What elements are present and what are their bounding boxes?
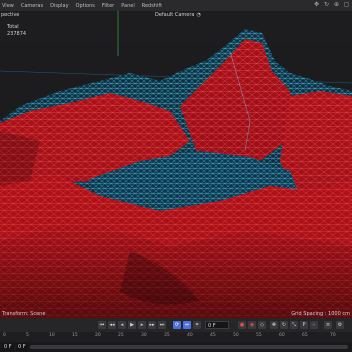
next-frame-button[interactable]: ▸: [138, 321, 146, 329]
frame-range-bar: 0 F 0 F: [0, 342, 352, 352]
menu-panel[interactable]: Panel: [121, 3, 135, 9]
tick-label: 55: [256, 333, 262, 338]
3d-viewport[interactable]: pective Default Camera ◔ Total 237874 Tr…: [0, 11, 352, 318]
tick-label: 0: [3, 333, 6, 338]
end-frame-field[interactable]: 0 F: [16, 343, 28, 351]
pla-key-icon[interactable]: ⁘: [310, 321, 318, 329]
range-toggle-button[interactable]: ⇔: [183, 321, 191, 329]
camera-label[interactable]: Default Camera ◔: [155, 12, 201, 18]
stat-total-label: Total: [7, 24, 19, 30]
menu-bar: View Cameras Display Options Filter Pane…: [0, 0, 352, 11]
play-button[interactable]: ▶: [128, 321, 136, 329]
menu-display[interactable]: Display: [50, 3, 68, 9]
menu-filter[interactable]: Filter: [102, 3, 114, 9]
current-frame-field[interactable]: 0 F: [205, 321, 229, 329]
keyframe-selection-button[interactable]: ◇: [258, 321, 266, 329]
tick-label: 65: [302, 333, 308, 338]
autokey-button[interactable]: ◉: [248, 321, 256, 329]
grid-spacing-label: Grid Spacing : 1000 cm: [291, 311, 350, 317]
menu-cameras[interactable]: Cameras: [21, 3, 43, 9]
viewport-nav-icons: ✥ ↻ ⊕ ▢: [313, 1, 350, 8]
transform-label: Transform: Scene: [2, 311, 46, 317]
tick-label: 30: [141, 333, 147, 338]
rotation-key-icon[interactable]: ↻: [280, 321, 288, 329]
param-key-icon[interactable]: P: [300, 321, 308, 329]
tick-label: 60: [279, 333, 285, 338]
previous-keyframe-button[interactable]: ◂◂: [108, 321, 116, 329]
maximize-view-icon[interactable]: ▢: [343, 1, 350, 8]
menu-view[interactable]: View: [2, 3, 14, 9]
timeline-settings-icon[interactable]: ⚙: [336, 321, 344, 329]
record-button[interactable]: ●: [238, 321, 246, 329]
loop-toggle-button[interactable]: ⟳: [173, 321, 181, 329]
tick-label: 45: [210, 333, 216, 338]
timeline-panel: ⏮ ◂◂ ◂ ▶ ▸ ▸▸ ⏭ ⟳ ⇔ ⌗ 0 F ● ◉ ◇ ✥ ↻ ⤡ P …: [0, 318, 352, 352]
previous-frame-button[interactable]: ◂: [118, 321, 126, 329]
tick-label: 10: [49, 333, 55, 338]
camera-label-text: Default Camera: [155, 12, 195, 18]
zoom-view-icon[interactable]: ⊕: [333, 1, 340, 8]
move-view-icon[interactable]: ✥: [313, 1, 320, 8]
scale-key-icon[interactable]: ⤡: [290, 321, 298, 329]
go-to-start-button[interactable]: ⏮: [98, 321, 106, 329]
camera-icon: ◔: [196, 12, 201, 18]
tick-label: 15: [72, 333, 78, 338]
tick-label: 40: [187, 333, 193, 338]
snap-button[interactable]: ⌗: [193, 321, 201, 329]
tick-label: 35: [164, 333, 170, 338]
stat-polygon-count: 237874: [7, 31, 27, 37]
rotate-view-icon[interactable]: ↻: [323, 1, 330, 8]
tick-label: 50: [233, 333, 239, 338]
menu-redshift[interactable]: Redshift: [142, 3, 162, 9]
tick-label: 70: [330, 333, 336, 338]
tick-label: 5: [26, 333, 29, 338]
terrain-mesh-render: [0, 11, 352, 318]
menu-options[interactable]: Options: [76, 3, 95, 9]
frame-ruler[interactable]: 0 5 10 15 20 25 30 35 40 45 50 55 60 65 …: [0, 332, 352, 342]
frame-range-slider[interactable]: [30, 345, 348, 349]
tick-label: 20: [95, 333, 101, 338]
next-keyframe-button[interactable]: ▸▸: [148, 321, 156, 329]
timeline-menu-icon[interactable]: ≡: [324, 321, 332, 329]
transport-bar: ⏮ ◂◂ ◂ ▶ ▸ ▸▸ ⏭ ⟳ ⇔ ⌗ 0 F ● ◉ ◇ ✥ ↻ ⤡ P …: [0, 318, 352, 332]
start-frame-field[interactable]: 0 F: [2, 343, 14, 351]
position-key-icon[interactable]: ✥: [270, 321, 278, 329]
projection-label: pective: [1, 12, 20, 18]
tick-label: 25: [118, 333, 124, 338]
go-to-end-button[interactable]: ⏭: [158, 321, 166, 329]
